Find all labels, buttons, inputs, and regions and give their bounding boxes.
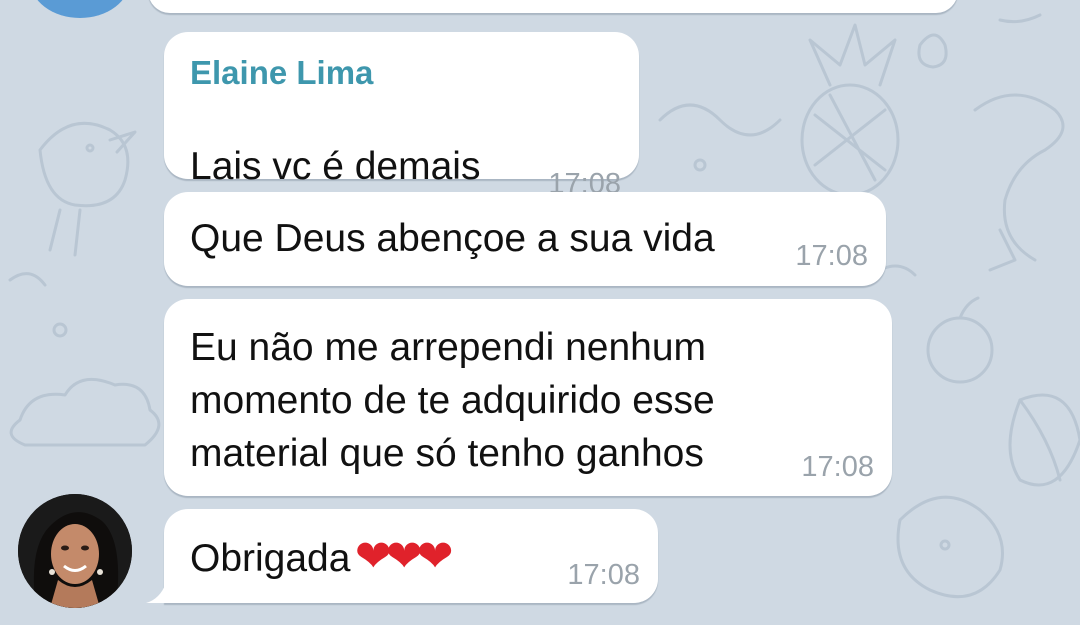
heart-emoji-icon: ❤❤❤: [354, 531, 454, 582]
sender-name[interactable]: Elaine Lima: [190, 54, 373, 92]
message-line: material que só tenho ganhos: [190, 432, 704, 475]
previous-message-bubble: [148, 0, 958, 13]
message-line: Eu não me arrependi nenhum: [190, 326, 707, 369]
message-bubble: Eu não me arrependi nenhum momento de te…: [164, 299, 892, 496]
message-time: 17:08: [567, 559, 640, 591]
bubble-tail: [146, 583, 166, 603]
message-text: Que Deus abençoe a sua vida: [190, 217, 715, 260]
message-word: Obrigada: [190, 537, 351, 580]
sender-avatar[interactable]: [18, 494, 132, 608]
message-text: Eu não me arrependi nenhum momento de te…: [190, 321, 715, 480]
message-line: momento de te adquirido esse: [190, 379, 715, 422]
message-text: Obrigada ❤❤❤: [190, 531, 454, 585]
message-time: 17:08: [795, 240, 868, 272]
message-time: 17:08: [801, 451, 874, 483]
message-bubble: Elaine Lima Lais vc é demais 17:08: [164, 32, 639, 200]
user-avatar-photo-icon: [18, 494, 132, 608]
message-bubble: Que Deus abençoe a sua vida 17:08: [164, 192, 886, 286]
message-text: Lais vc é demais: [190, 145, 481, 188]
message-bubble: Obrigada ❤❤❤ 17:08: [146, 509, 658, 603]
